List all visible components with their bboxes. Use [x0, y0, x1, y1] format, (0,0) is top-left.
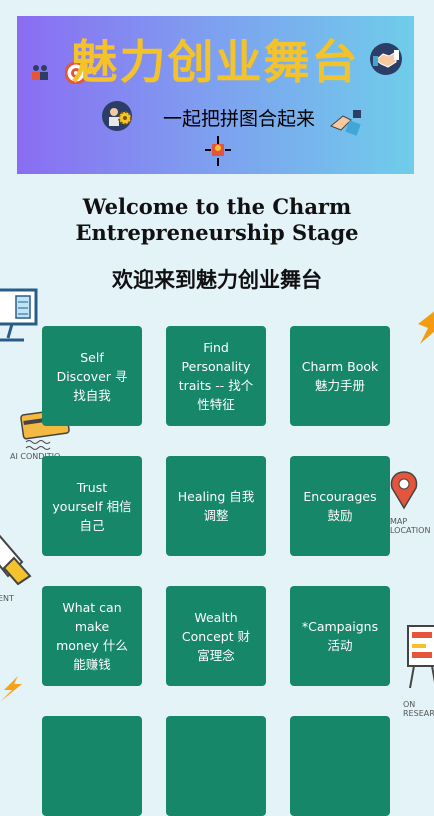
tile-healing[interactable]: Healing 自我调整 — [166, 456, 266, 556]
tile-find-personality-traits[interactable]: Find Personality traits -- 找个性特征 — [166, 326, 266, 426]
welcome-heading-chinese: 欢迎来到魅力创业舞台 — [112, 268, 322, 292]
banner-subtitle: 一起把拼图合起来 — [163, 108, 316, 130]
gear-icon — [118, 111, 132, 125]
pin-caption: MAP LOCATION — [390, 517, 431, 535]
tile-encourages[interactable]: Encourages 鼓励 — [290, 456, 390, 556]
banner-title: 魅力创业舞台 — [71, 35, 360, 89]
tile-label: Self Discover 寻找自我 — [56, 349, 128, 403]
tile-wealth-concept[interactable]: Wealth Concept 财富理念 — [166, 586, 266, 686]
tile-trust-yourself[interactable]: Trust yourself 相信自己 — [42, 456, 142, 556]
puzzle-piece-icon — [205, 136, 231, 166]
research-board-icon — [407, 625, 434, 689]
tile-partial-row4-col2[interactable] — [166, 716, 266, 816]
tile-label: Encourages 鼓励 — [303, 489, 377, 523]
tile-label: Find Personality traits -- 找个性特征 — [178, 340, 254, 412]
tile-self-discover[interactable]: Self Discover 寻找自我 — [42, 326, 142, 426]
map-pin-icon — [390, 471, 418, 510]
pennant-icon — [418, 311, 434, 344]
tile-label: Charm Book 魅力手册 — [301, 359, 379, 393]
tile-partial-row4-col1[interactable] — [42, 716, 142, 816]
laptop-caption: ENT — [0, 594, 14, 603]
laptop-icon — [0, 534, 32, 586]
tile-campaigns[interactable]: *Campaigns 活动 — [290, 586, 390, 686]
hero-banner: 魅力创业舞台 一起把拼图合起来 — [17, 16, 414, 174]
board-caption: ON RESEAR — [403, 700, 434, 718]
tile-label: What can make money 什么能赚钱 — [56, 600, 128, 672]
puzzle-hand-icon — [330, 110, 361, 136]
tile-partial-row4-col3[interactable] — [290, 716, 390, 816]
tile-what-can-make-money[interactable]: What can make money 什么能赚钱 — [42, 586, 142, 686]
handshake-icon — [370, 43, 402, 75]
welcome-heading-english: Welcome to the Charm Entrepreneurship St… — [75, 194, 359, 245]
tile-label: *Campaigns 活动 — [301, 619, 379, 653]
lightning-icon — [0, 676, 22, 702]
tile-charm-book[interactable]: Charm Book 魅力手册 — [290, 326, 390, 426]
tile-label: Trust yourself 相信自己 — [52, 479, 132, 533]
tile-label: Healing 自我调整 — [177, 489, 255, 523]
tile-label: Wealth Concept 财富理念 — [181, 609, 251, 663]
